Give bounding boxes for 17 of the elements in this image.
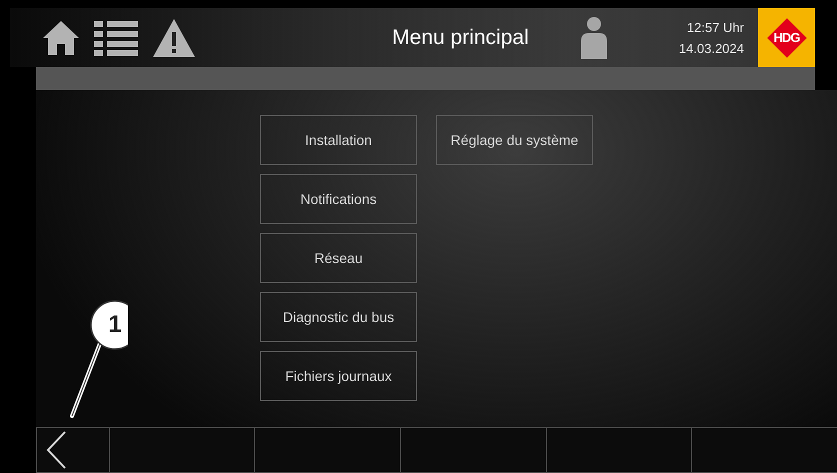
chevron-left-icon: [45, 430, 67, 470]
menu-button[interactable]: Réseau: [260, 233, 417, 283]
menu-button[interactable]: Notifications: [260, 174, 417, 224]
callout-number: 1: [107, 310, 123, 340]
menu-button[interactable]: Installation: [260, 115, 417, 165]
screen-title: Menu principal: [391, 26, 530, 50]
user-icon[interactable]: [578, 16, 609, 58]
menu-button[interactable]: Diagnostic du bus: [260, 292, 417, 342]
clock-time: 12:57 Uhr: [686, 20, 744, 34]
home-icon[interactable]: [42, 20, 80, 56]
menu-button[interactable]: Réglage du système: [436, 115, 593, 165]
warning-icon[interactable]: [152, 18, 196, 58]
menu-button[interactable]: Fichiers journaux: [260, 351, 417, 401]
back-button[interactable]: [36, 427, 109, 473]
date-text: 14.03.2024: [678, 40, 744, 56]
list-icon[interactable]: [94, 20, 138, 56]
brand-logo: HDG: [758, 8, 815, 67]
